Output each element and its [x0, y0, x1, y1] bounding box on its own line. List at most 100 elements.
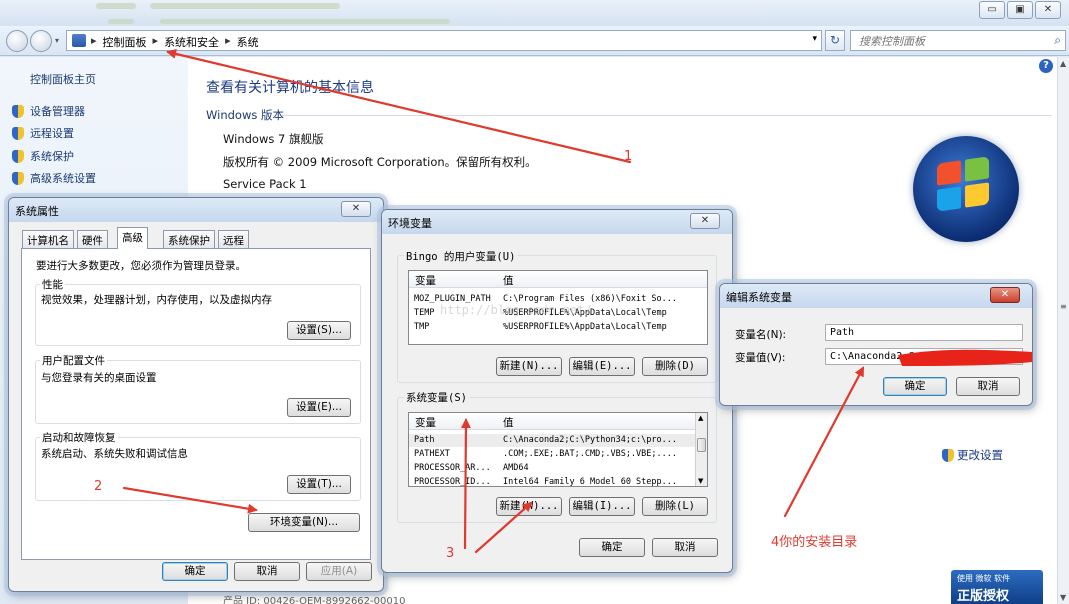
performance-desc: 视觉效果，处理器计划，内存使用，以及虚拟内存 [41, 294, 272, 306]
list-scrollbar[interactable]: ▲ ▼ [695, 413, 707, 486]
genuine-software-badge[interactable]: 使用 微软 软件 正版授权 [951, 570, 1043, 604]
close-button[interactable]: ✕ [990, 287, 1020, 303]
var-name: PROCESSOR_ID... [414, 477, 491, 487]
change-settings-link[interactable]: 更改设置 [942, 447, 1003, 463]
list-item[interactable]: PATHEXT .COM;.EXE;.BAT;.CMD;.VBS;.VBE;...… [409, 448, 707, 461]
system-variables-list[interactable]: 变量 值 Path C:\Anaconda2;C:\Python34;c:\pro… [408, 412, 708, 487]
env-cancel-button[interactable]: 取消 [652, 538, 718, 557]
column-value[interactable]: 值 [503, 273, 514, 288]
delete-user-variable-button[interactable]: 删除(D) [642, 357, 708, 376]
user-profile-settings-button[interactable]: 设置(E)... [287, 398, 351, 417]
sidebar-item-remote-settings[interactable]: 远程设置 [12, 125, 74, 141]
variable-name-field[interactable]: Path [825, 324, 1023, 341]
tab-system-protection[interactable]: 系统保护 [163, 230, 215, 248]
main-scrollbar[interactable]: ▲ ≡ ▼ [1057, 57, 1069, 604]
minimize-button[interactable]: ▭ [979, 1, 1005, 19]
edit-cancel-button[interactable]: 取消 [956, 377, 1020, 396]
refresh-button[interactable]: ↻ [825, 30, 845, 51]
back-button[interactable] [6, 30, 28, 52]
scroll-down-icon[interactable]: ▼ [698, 477, 703, 485]
dialog-titlebar: 编辑系统变量 ✕ [720, 284, 1032, 308]
product-id: 产品 ID: 00426-OEM-8992662-00010 [223, 596, 406, 604]
search-field[interactable]: ⌕ [850, 30, 1066, 51]
user-variables-label: Bingo 的用户变量(U) [404, 249, 518, 264]
var-value: Intel64 Family 6 Model 60 Stepp... [503, 477, 677, 487]
scroll-up-icon[interactable]: ▲ [698, 414, 703, 422]
tab-remote[interactable]: 远程 [218, 230, 249, 248]
scroll-thumb[interactable] [697, 438, 706, 452]
help-icon[interactable]: ? [1039, 59, 1053, 73]
var-value: %USERPROFILE%\AppData\Local\Temp [503, 322, 667, 332]
environment-variables-button[interactable]: 环境变量(N)... [248, 513, 360, 532]
list-item[interactable]: TMP %USERPROFILE%\AppData\Local\Temp [409, 321, 707, 334]
address-dropdown-icon[interactable]: ▾ [812, 34, 817, 44]
search-icon[interactable]: ⌕ [1054, 33, 1061, 48]
close-window-button[interactable]: ✕ [1035, 1, 1061, 19]
column-value[interactable]: 值 [503, 415, 514, 430]
scroll-down-icon[interactable]: ▼ [1060, 593, 1066, 602]
maximize-button[interactable]: ▣ [1007, 1, 1033, 19]
column-variable[interactable]: 变量 [415, 273, 436, 288]
edit-ok-button[interactable]: 确定 [883, 377, 947, 396]
close-button[interactable]: ✕ [341, 201, 371, 217]
tab-advanced[interactable]: 高级 [117, 227, 148, 249]
list-header: 变量 值 [409, 413, 707, 430]
var-name: Path [414, 435, 435, 445]
startup-recovery-desc: 系统启动、系统失败和调试信息 [41, 448, 188, 460]
change-settings-label: 更改设置 [957, 448, 1003, 462]
windows-edition: Windows 7 旗舰版 [223, 132, 324, 146]
performance-settings-button[interactable]: 设置(S)... [287, 321, 351, 340]
admin-note: 要进行大多数更改，您必须作为管理员登录。 [36, 260, 246, 272]
tab-hardware[interactable]: 硬件 [77, 230, 108, 248]
shield-icon [12, 104, 24, 118]
variable-name-label: 变量名(N): [735, 329, 787, 341]
variable-value-field[interactable]: C:\Anaconda2;C [825, 348, 1023, 365]
variable-value-text: C:\Anaconda2;C [830, 351, 915, 362]
variable-value-label: 变量值(V): [735, 352, 786, 364]
forward-button[interactable] [30, 30, 52, 52]
sidebar-item-label: 远程设置 [30, 127, 74, 140]
list-item[interactable]: PROCESSOR_AR... AMD64 [409, 462, 707, 475]
breadcrumb-system[interactable]: 系统 [237, 34, 259, 50]
apply-button[interactable]: 应用(A) [306, 562, 372, 581]
breadcrumb-control-panel[interactable]: 控制面板 [103, 34, 147, 50]
windows-edition-heading: Windows 版本 [206, 108, 284, 122]
var-name: PATHEXT [414, 449, 450, 459]
var-value: C:\Anaconda2;C:\Python34;c:\pro... [503, 435, 677, 445]
control-panel-icon [72, 34, 86, 47]
env-ok-button[interactable]: 确定 [579, 538, 645, 557]
copyright-text: 版权所有 © 2009 Microsoft Corporation。保留所有权利… [223, 155, 537, 169]
search-input[interactable] [859, 32, 1039, 50]
sidebar-item-label: 高级系统设置 [30, 172, 96, 185]
startup-recovery-label: 启动和故障恢复 [40, 430, 118, 445]
tab-computer-name[interactable]: 计算机名 [22, 230, 74, 248]
sidebar-item-advanced-settings[interactable]: 高级系统设置 [12, 170, 96, 186]
breadcrumb: ▸ 控制面板 ▸ 系统和安全 ▸ 系统 [91, 34, 259, 50]
refresh-icon: ↻ [829, 33, 841, 47]
close-button[interactable]: ✕ [690, 213, 720, 229]
dialog-title: 环境变量 [388, 217, 432, 230]
list-item[interactable]: PROCESSOR_ID... Intel64 Family 6 Model 60… [409, 476, 707, 487]
edit-system-variable-button[interactable]: 编辑(I)... [569, 497, 635, 516]
var-name: TMP [414, 322, 430, 332]
ok-button[interactable]: 确定 [162, 562, 228, 581]
startup-recovery-settings-button[interactable]: 设置(T)... [287, 475, 351, 494]
delete-system-variable-button[interactable]: 删除(L) [642, 497, 708, 516]
list-item[interactable]: Path C:\Anaconda2;C:\Python34;c:\pro... [409, 434, 707, 447]
sidebar-item-device-manager[interactable]: 设备管理器 [12, 103, 85, 119]
cancel-button[interactable]: 取消 [234, 562, 300, 581]
new-system-variable-button[interactable]: 新建(W)... [496, 497, 562, 516]
page-title: 查看有关计算机的基本信息 [206, 80, 374, 96]
scroll-up-icon[interactable]: ▲ [1060, 59, 1066, 68]
system-variables-label: 系统变量(S) [404, 390, 469, 405]
address-field[interactable]: ▸ 控制面板 ▸ 系统和安全 ▸ 系统 ▾ [66, 30, 822, 51]
column-variable[interactable]: 变量 [415, 415, 436, 430]
sidebar-item-system-protection[interactable]: 系统保护 [12, 148, 74, 164]
recent-pages-chevron-icon[interactable]: ▾ [55, 36, 59, 45]
var-name: TEMP [414, 308, 435, 318]
edit-user-variable-button[interactable]: 编辑(E)... [569, 357, 635, 376]
control-panel-home-link[interactable]: 控制面板主页 [30, 71, 96, 87]
breadcrumb-system-security[interactable]: 系统和安全 [164, 34, 219, 50]
new-user-variable-button[interactable]: 新建(N)... [496, 357, 562, 376]
annotation-3: 3 [446, 546, 455, 561]
